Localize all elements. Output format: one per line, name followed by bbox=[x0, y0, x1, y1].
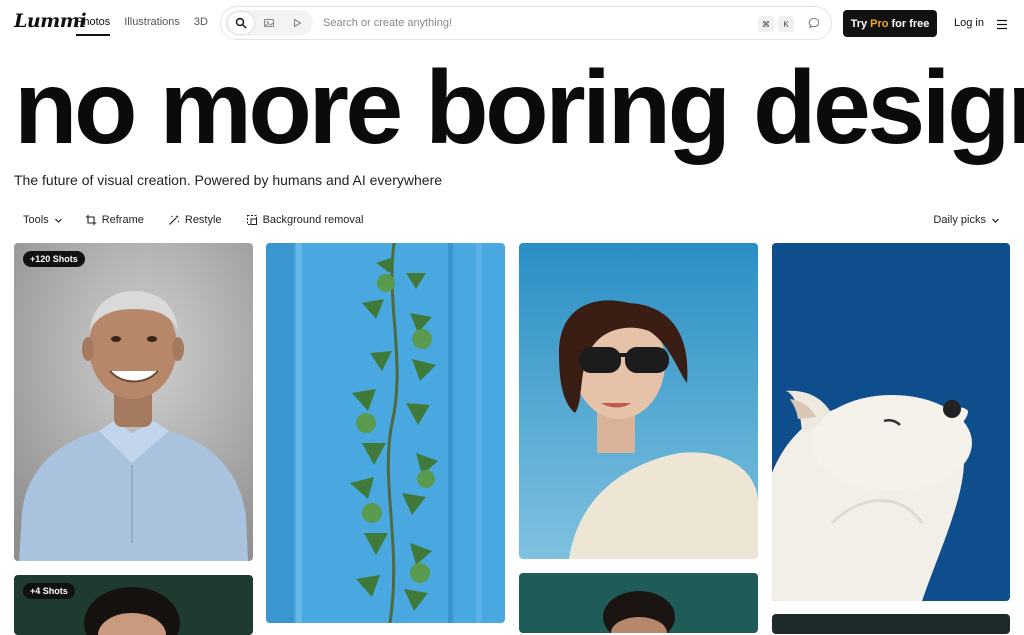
category-tabs: Photos Illustrations 3D bbox=[76, 16, 208, 36]
play-icon bbox=[293, 18, 302, 28]
menu-button[interactable] bbox=[996, 17, 1008, 35]
gallery-card[interactable]: +120 Shots bbox=[14, 243, 253, 561]
magic-wand-icon bbox=[168, 215, 180, 225]
sort-label: Daily picks bbox=[933, 214, 986, 226]
tab-3d[interactable]: 3D bbox=[194, 16, 208, 36]
shots-count-badge: +4 Shots bbox=[23, 583, 75, 599]
restyle-label: Restyle bbox=[184, 214, 222, 226]
try-pro-prefix: Try bbox=[850, 17, 868, 30]
chat-bubble-icon bbox=[808, 17, 820, 29]
sort-dropdown[interactable]: Daily picks bbox=[933, 214, 1000, 226]
gallery-card[interactable] bbox=[772, 243, 1010, 601]
reframe-tool-button[interactable]: Reframe bbox=[76, 212, 153, 228]
crop-icon bbox=[85, 214, 96, 226]
tools-toolbar: Tools Reframe Restyle Background removal bbox=[14, 212, 372, 228]
hamburger-menu-icon bbox=[997, 19, 1007, 30]
shots-count-badge: +120 Shots bbox=[23, 251, 85, 267]
search-bar: ⌘ K bbox=[220, 6, 832, 40]
photo-woman-sunglasses bbox=[519, 243, 758, 559]
try-pro-suffix: for free bbox=[891, 17, 930, 30]
image-icon bbox=[263, 18, 275, 28]
tools-dropdown[interactable]: Tools bbox=[14, 212, 72, 228]
reframe-label: Reframe bbox=[101, 214, 144, 226]
photo-dark bbox=[772, 614, 1010, 634]
gallery-card[interactable]: +4 Shots bbox=[14, 575, 253, 635]
photo-portrait-teal bbox=[519, 573, 758, 633]
image-mode-button[interactable] bbox=[256, 12, 282, 34]
gallery-card[interactable] bbox=[266, 243, 505, 623]
search-mode-toggle bbox=[225, 10, 313, 36]
hero-subtitle: The future of visual creation. Powered b… bbox=[14, 172, 443, 188]
gallery-card[interactable] bbox=[519, 243, 758, 559]
chat-button[interactable] bbox=[807, 16, 821, 35]
try-pro-button[interactable]: Try Pro for free bbox=[843, 10, 937, 37]
shortcut-k-key: K bbox=[778, 16, 794, 32]
hero-title: no more boring design bbox=[14, 50, 1024, 166]
search-input[interactable] bbox=[323, 17, 763, 29]
chevron-down-icon bbox=[54, 218, 62, 223]
tools-label: Tools bbox=[23, 214, 49, 226]
background-removal-icon bbox=[246, 215, 257, 225]
search-mode-button[interactable] bbox=[228, 12, 254, 34]
top-bar: Lummi Photos Illustrations 3D ⌘ K Try Pr… bbox=[0, 0, 1024, 46]
photo-arctic-fox bbox=[772, 243, 1010, 601]
tab-photos[interactable]: Photos bbox=[76, 16, 111, 36]
try-pro-highlight: Pro bbox=[870, 17, 889, 30]
tab-illustrations[interactable]: Illustrations bbox=[124, 16, 180, 36]
photo-older-man bbox=[14, 243, 253, 561]
restyle-tool-button[interactable]: Restyle bbox=[159, 212, 231, 228]
background-removal-tool-button[interactable]: Background removal bbox=[237, 212, 373, 228]
photo-ivy-blue-wall bbox=[266, 243, 505, 623]
gallery-card[interactable] bbox=[519, 573, 758, 633]
gallery-card[interactable] bbox=[772, 614, 1010, 634]
search-icon bbox=[235, 17, 247, 29]
video-mode-button[interactable] bbox=[284, 12, 310, 34]
background-removal-label: Background removal bbox=[262, 214, 364, 226]
login-link[interactable]: Log in bbox=[954, 17, 984, 29]
chevron-down-icon bbox=[992, 218, 999, 223]
shortcut-cmd-key: ⌘ bbox=[758, 16, 774, 32]
